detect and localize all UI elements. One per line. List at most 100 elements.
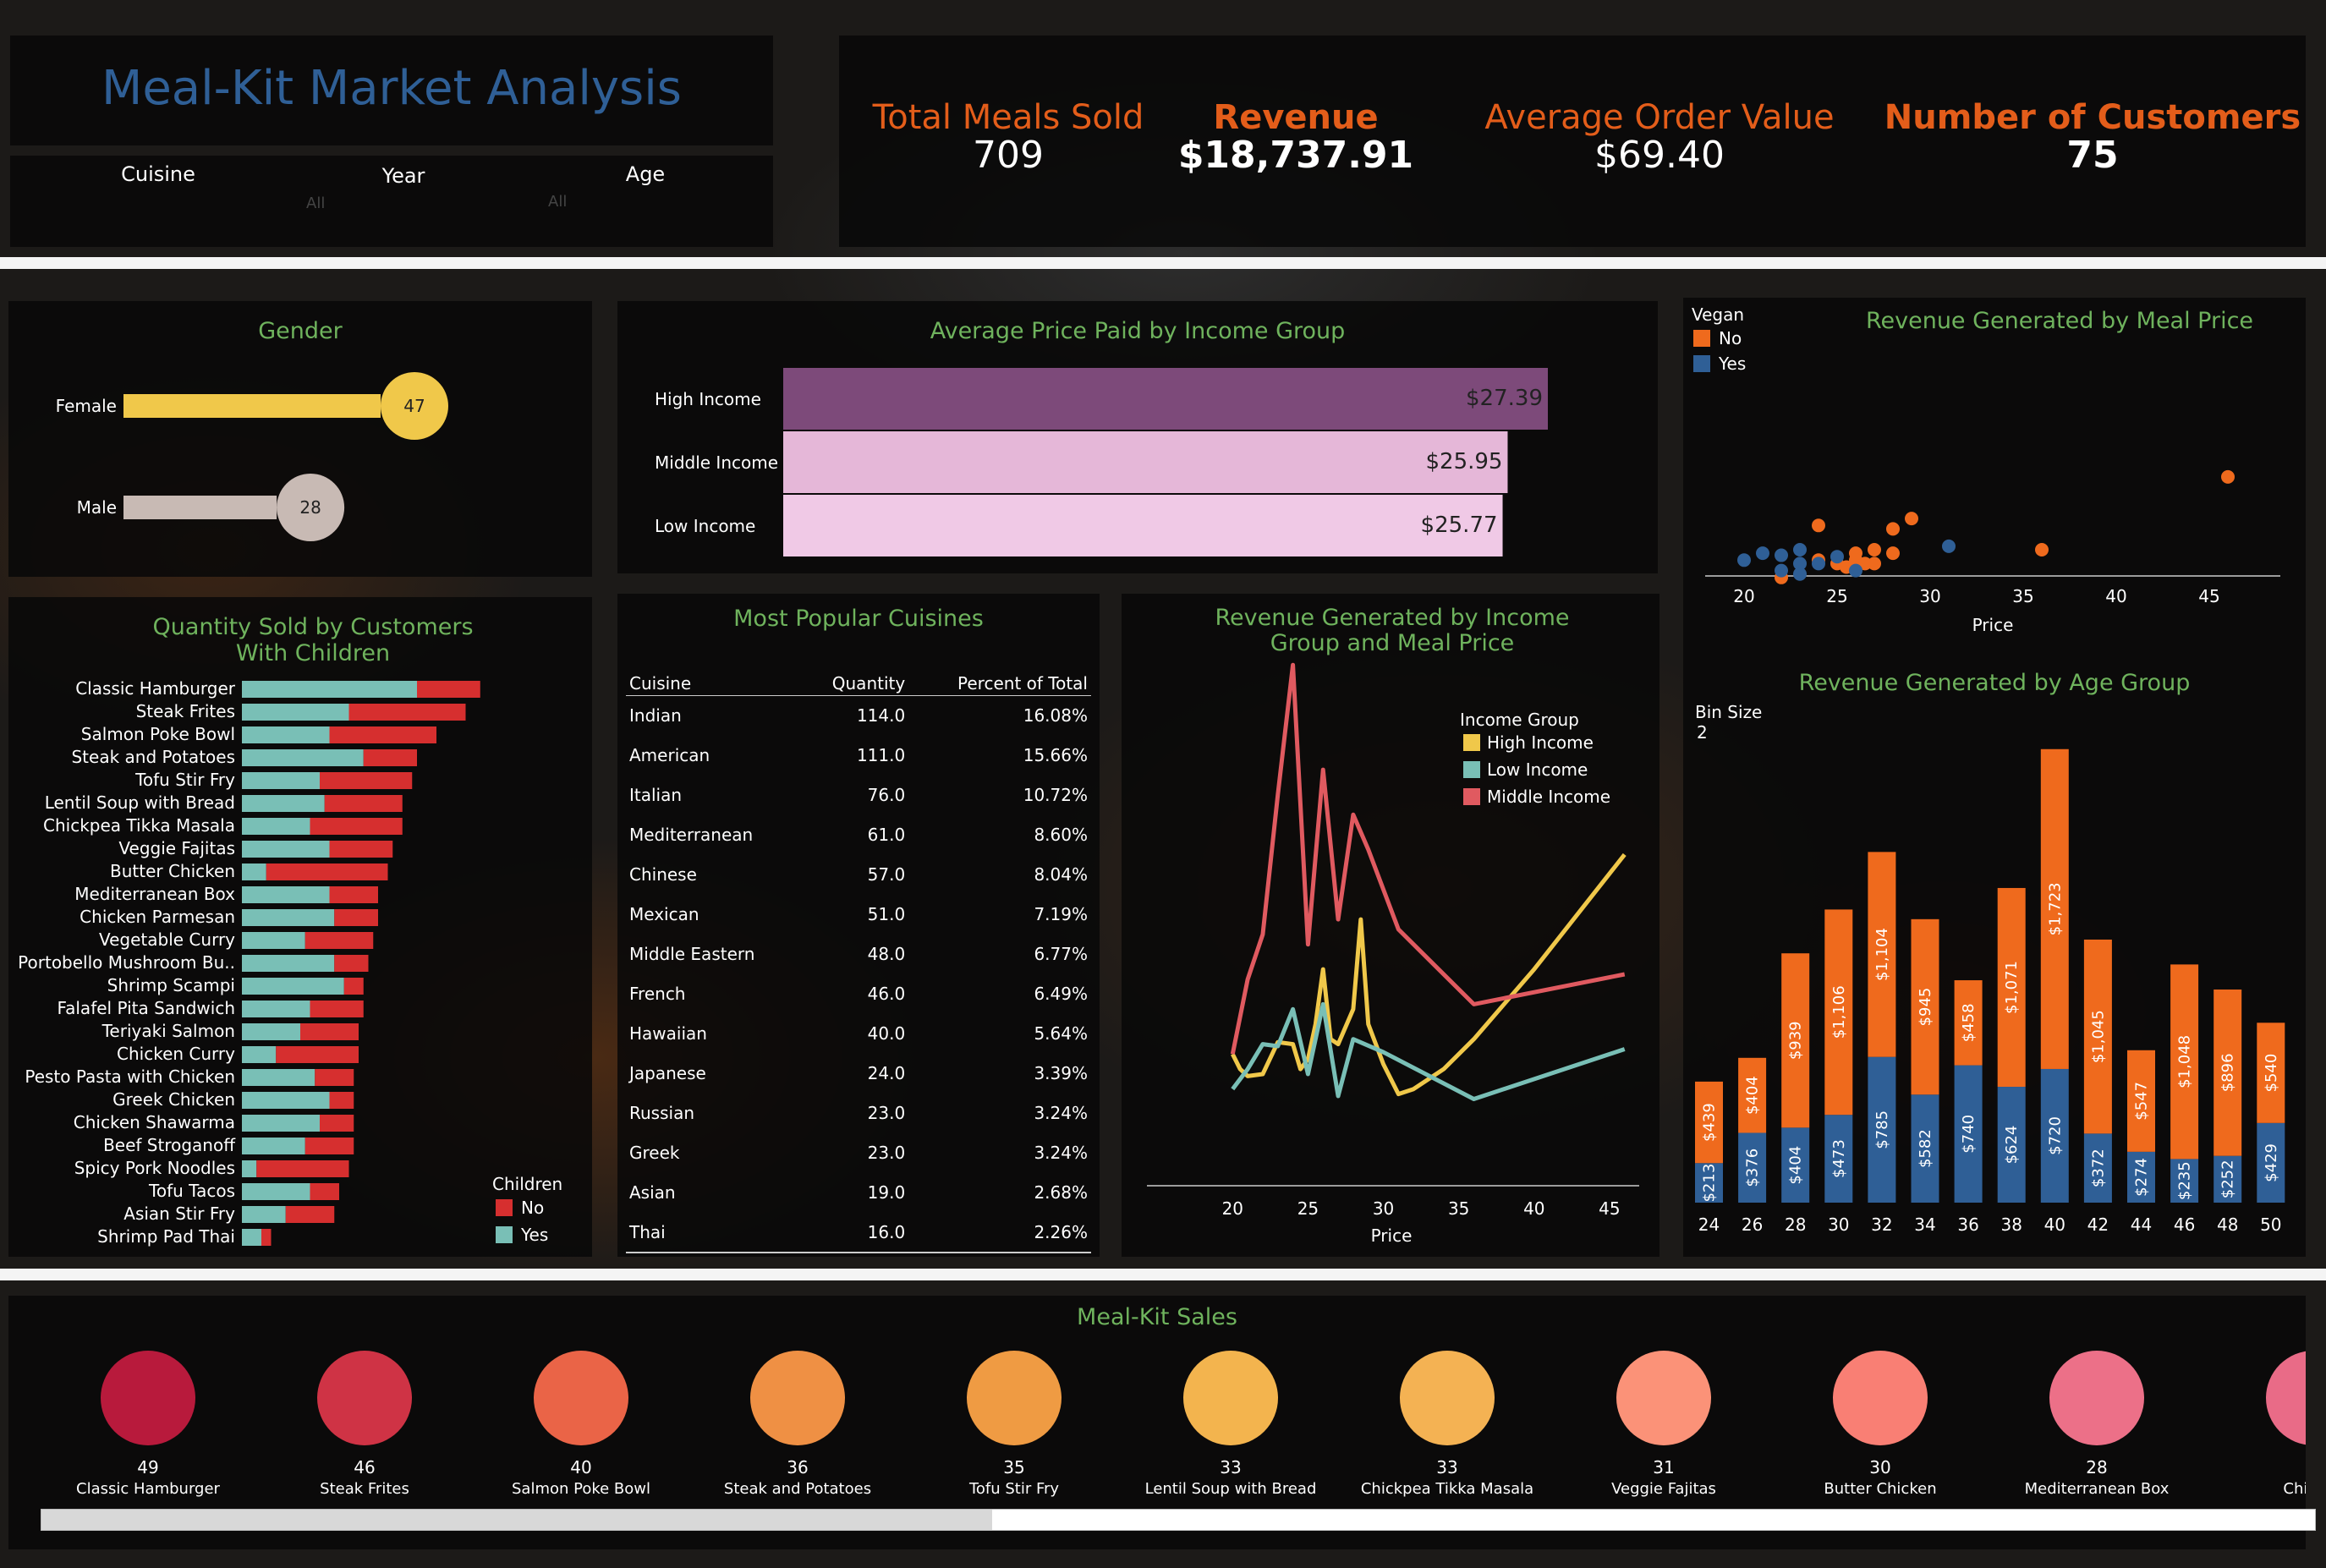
price-income-panel: Average Price Paid by Income Group High … [617, 301, 1658, 573]
bar-segment [315, 1069, 354, 1086]
data-label: 36 [787, 1457, 808, 1478]
kpi-customers: Number of Customers 75 [1881, 98, 2304, 177]
bar-label: Veggie Fajitas [118, 838, 235, 858]
tick-label: 40 [2044, 1214, 2065, 1235]
bar-segment [363, 749, 417, 766]
bar-label: Chickpea Tikka Masala [43, 815, 235, 836]
sales-bubble [967, 1351, 1062, 1445]
column-header[interactable]: Cuisine [626, 672, 803, 696]
data-label: $1,106 [1830, 985, 1848, 1039]
bubble-label: Chickpea Tikka Masala [1361, 1480, 1533, 1498]
cuisines-table: Cuisine Quantity Percent of Total Indian 114… [626, 672, 1091, 1259]
bar-label: Female [56, 396, 117, 416]
table-cell: 6.77% [1034, 944, 1088, 964]
table-cell: 46.0 [867, 984, 906, 1004]
page-title: Meal-Kit Market Analysis [101, 61, 682, 116]
bubble-label: Chicken [2283, 1480, 2306, 1498]
gender-chart: Female 47 Male 28 [56, 372, 448, 541]
table-cell: 111.0 [856, 745, 906, 765]
bar-segment [266, 863, 388, 880]
data-label: $1,045 [2089, 1010, 2107, 1063]
bar-segment [242, 1069, 315, 1086]
sales-bubble [1616, 1351, 1711, 1445]
scatter-point [1775, 563, 1788, 578]
table-cell: 6.49% [1034, 984, 1088, 1004]
bar-segment [242, 818, 310, 835]
divider [0, 1269, 2326, 1280]
table-cell: Mexican [629, 904, 699, 924]
right-panel: Revenue Generated by Meal Price Vegan 20… [1683, 298, 2306, 1257]
legend-label: No [521, 1198, 544, 1218]
bar-segment [242, 1160, 257, 1177]
legend-label: Low Income [1487, 759, 1588, 780]
bar-label: Asian Stir Fry [123, 1203, 235, 1224]
scatter-point [1830, 550, 1844, 564]
income-price-line-chart: 20 25 30 35 40 45 Price Income GroupHigh Income… [1147, 662, 1639, 1246]
data-label: $429 [2263, 1143, 2280, 1182]
sales-bubble [101, 1351, 195, 1445]
data-label: 28 [2086, 1457, 2107, 1478]
kpi-revenue: Revenue $18,737.91 [1127, 98, 1465, 177]
data-label: 47 [403, 396, 425, 416]
filter-cuisine[interactable]: Cuisine [61, 162, 255, 230]
table-cell: Middle Eastern [629, 944, 755, 964]
bar-segment [276, 1046, 359, 1063]
table-row: Japanese 24.0 3.39% [626, 1054, 1091, 1094]
data-label: $376 [1744, 1149, 1762, 1187]
bar-segment [242, 772, 320, 789]
legend-swatch [1463, 788, 1480, 805]
bar [783, 431, 1508, 493]
filter-age[interactable]: Age All [548, 162, 743, 230]
bar-segment [242, 886, 330, 903]
bar-segment [242, 1046, 277, 1063]
table-cell: Greek [629, 1143, 680, 1163]
bar-segment [242, 909, 335, 926]
scatter-point [1942, 539, 1956, 553]
bar-segment [329, 726, 436, 743]
table-cell: 23.0 [867, 1103, 906, 1123]
sales-bubble [1183, 1351, 1278, 1445]
bar-segment [329, 841, 393, 858]
kpi-panel: Total Meals Sold 709 Revenue $18,737.91 … [839, 36, 2306, 247]
sales-bubble [1400, 1351, 1495, 1445]
table-cell: 61.0 [867, 825, 906, 845]
children-qty-chart: Classic HamburgerSteak Frites Salmon Poke… [18, 678, 562, 1247]
scatter-point [1849, 563, 1862, 578]
filter-year[interactable]: Year All [306, 164, 501, 232]
data-label: 35 [1003, 1457, 1024, 1478]
horizontal-scrollbar[interactable] [41, 1509, 2316, 1531]
data-label: $372 [2089, 1149, 2107, 1187]
data-label: $274 [2133, 1158, 2151, 1197]
bar-label: Middle Income [655, 452, 778, 473]
bubble-label: Lentil Soup with Bread [1145, 1480, 1317, 1498]
bar-segment [242, 1092, 330, 1109]
scrollbar-thumb[interactable] [41, 1510, 992, 1530]
table-cell: 3.24% [1034, 1143, 1088, 1163]
column-header[interactable]: Quantity [802, 672, 909, 696]
kpi-label: Average Order Value [1484, 98, 1835, 137]
scatter-point [1812, 518, 1825, 533]
bar-segment [242, 841, 330, 858]
bar-segment [334, 955, 369, 972]
table-cell: Indian [629, 705, 682, 726]
bar-segment [320, 1115, 354, 1132]
data-label: $25.95 [1425, 449, 1502, 474]
tick-label: 46 [2174, 1214, 2195, 1235]
tick-label: 28 [1785, 1214, 1806, 1235]
data-label: $235 [2176, 1161, 2194, 1200]
table-cell: 16.0 [867, 1221, 906, 1242]
table-rule [626, 1251, 1091, 1259]
table-row: French 46.0 6.49% [626, 974, 1091, 1014]
bubble-label: Salmon Poke Bowl [512, 1480, 650, 1498]
kpi-value: 75 [2066, 134, 2119, 177]
scatter-point [1886, 546, 1900, 561]
table-cell: 2.68% [1034, 1182, 1088, 1203]
bar-label: Shrimp Pad Thai [97, 1226, 235, 1247]
tick-label: 42 [2087, 1214, 2109, 1235]
bubble-label: Tofu Stir Fry [968, 1480, 1059, 1498]
column-header[interactable]: Percent of Total [908, 672, 1091, 696]
scatter-point [1868, 556, 1881, 571]
sales-bubble [1833, 1351, 1928, 1445]
table-cell: Italian [629, 785, 683, 805]
scatter-point [1886, 522, 1900, 536]
